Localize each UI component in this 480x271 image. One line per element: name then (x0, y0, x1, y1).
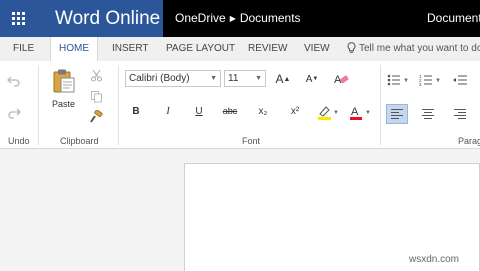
breadcrumb-separator-icon: ▶ (229, 14, 236, 23)
font-size-value: 11 (228, 73, 239, 84)
document-canvas (0, 150, 480, 271)
ribbon-home: Undo Paste Clipboard Calibri (Body) ▼ 11 ▼… (0, 61, 480, 149)
tab-file[interactable]: FILE (13, 37, 34, 61)
app-header: Word Online OneDrive ▶ Documents Document (0, 0, 480, 37)
tell-me-box[interactable]: Tell me what you want to do (347, 37, 480, 61)
font-family-value: Calibri (Body) (129, 73, 190, 84)
superscript-button[interactable]: x² (286, 106, 304, 117)
chevron-down-icon: ▼ (210, 75, 217, 82)
document-title[interactable]: Document (427, 0, 480, 37)
bullets-icon[interactable]: ▼ (387, 72, 411, 88)
svg-text:A: A (351, 106, 359, 118)
app-launcher-icon[interactable] (0, 0, 37, 37)
paste-icon[interactable] (51, 67, 77, 95)
tab-insert[interactable]: INSERT (112, 37, 149, 61)
clear-formatting-icon[interactable]: A (332, 70, 350, 88)
bold-button[interactable]: B (127, 106, 145, 117)
tab-page-layout[interactable]: PAGE LAYOUT (166, 37, 235, 61)
group-divider (118, 65, 119, 145)
font-size-select[interactable]: 11 ▼ (224, 70, 266, 87)
font-family-select[interactable]: Calibri (Body) ▼ (125, 70, 221, 87)
watermark: wsxdn.com (409, 254, 460, 265)
chevron-down-icon: ▼ (255, 75, 262, 82)
lightbulb-icon (347, 42, 356, 54)
breadcrumb: OneDrive ▶ Documents (175, 0, 301, 37)
format-painter-icon[interactable] (88, 109, 104, 125)
shrink-font-icon[interactable]: A ▼ (303, 71, 321, 87)
numbering-icon[interactable]: 1 2 3 ▼ (419, 72, 443, 88)
align-right-icon[interactable] (450, 104, 470, 124)
align-center-icon[interactable] (418, 104, 438, 124)
paste-button[interactable]: Paste (52, 99, 75, 109)
copy-icon[interactable] (88, 88, 104, 104)
highlight-color-icon[interactable]: ▼ (316, 104, 340, 122)
breadcrumb-onedrive[interactable]: OneDrive (175, 11, 226, 25)
group-label-undo: Undo (8, 136, 30, 146)
align-left-icon[interactable] (386, 104, 408, 124)
group-label-clipboard: Clipboard (60, 136, 99, 146)
redo-icon[interactable] (6, 105, 22, 121)
undo-icon[interactable] (6, 73, 22, 89)
underline-button[interactable]: U (190, 106, 208, 117)
cut-icon[interactable] (88, 67, 104, 83)
group-divider (38, 65, 39, 145)
svg-text:▼: ▼ (435, 78, 441, 84)
tab-view[interactable]: VIEW (304, 37, 330, 61)
group-divider (380, 65, 381, 145)
decrease-indent-icon[interactable] (451, 72, 469, 88)
breadcrumb-documents[interactable]: Documents (240, 11, 301, 25)
svg-text:▼: ▼ (365, 110, 371, 116)
group-label-paragraph: Paragraph (458, 136, 480, 146)
tab-review[interactable]: REVIEW (248, 37, 287, 61)
group-label-font: Font (242, 136, 261, 146)
grow-font-icon[interactable]: A ▲ (274, 71, 292, 87)
svg-text:▼: ▼ (333, 110, 339, 116)
svg-text:3: 3 (419, 82, 422, 87)
svg-text:▼: ▼ (403, 78, 409, 84)
tell-me-text: Tell me what you want to do (359, 43, 480, 54)
app-name[interactable]: Word Online (37, 0, 163, 37)
strikethrough-button[interactable]: abc (221, 106, 239, 116)
italic-button[interactable]: I (159, 106, 177, 117)
subscript-button[interactable]: x₂ (254, 106, 272, 117)
font-color-icon[interactable]: A ▼ (348, 104, 372, 122)
tab-home[interactable]: HOME (50, 37, 98, 61)
